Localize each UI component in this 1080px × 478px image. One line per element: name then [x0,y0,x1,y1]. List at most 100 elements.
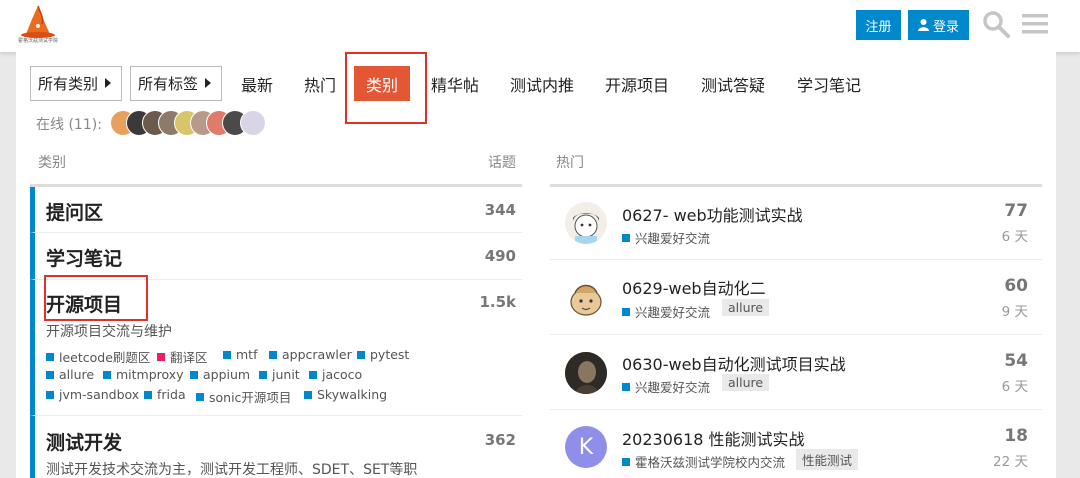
categories-column-header: 类别 [38,155,66,171]
topic-reply-count: 77 [1004,201,1028,221]
online-users-label: 在线 (11): [36,117,102,133]
subcategory-link[interactable]: 翻译区 [157,347,208,366]
topic-tag[interactable]: allure [722,374,770,391]
topic-row[interactable]: 0627- web功能测试实战 兴趣爱好交流 77 6 天 [550,187,1042,260]
topic-title[interactable]: 0627- web功能测试实战 [622,202,803,226]
photo-avatar-icon [565,352,607,394]
category-description: 测试开发技术交流为主，测试开发工程师、SDET、SET等职 [46,462,418,478]
subcategory-link[interactable]: mitmproxy [103,367,184,382]
category-topic-count: 362 [484,431,516,449]
topic-reply-count: 54 [1004,351,1028,371]
login-label: 登录 [932,18,959,34]
category-row[interactable]: 学习笔记 490 [30,233,522,280]
signup-button[interactable]: 注册 [856,10,901,40]
category-color-square [622,457,630,466]
cartoon-avatar-icon [565,277,607,319]
category-row[interactable]: 测试开发 362 测试开发技术交流为主，测试开发工程师、SDET、SET等职 [30,416,522,478]
subcategory-link[interactable]: frida [144,387,186,402]
nav-hot[interactable]: 热门 [300,66,340,101]
topic-title[interactable]: 0629-web自动化二 [622,275,766,299]
all-tags-label: 所有标签 [138,75,199,93]
topic-age: 22 天 [993,454,1028,470]
topic-row[interactable]: K 20230618 性能测试实战 霍格沃兹测试学院校内交流 性能测试 18 2… [550,410,1042,478]
nav-categories[interactable]: 类别 [354,66,410,101]
category-name[interactable]: 提问区 [46,198,103,225]
nav-qa[interactable]: 测试答疑 [697,66,769,101]
subcategory-link[interactable]: mtf [223,347,257,362]
all-tags-dropdown[interactable]: 所有标签 [130,66,222,101]
topic-age: 6 天 [1001,229,1028,245]
category-topic-count: 1.5k [479,293,516,311]
subcategory-link[interactable]: jvm-sandbox [46,387,139,402]
category-color-square [157,352,165,361]
subcategory-link[interactable]: appcrawler [269,347,352,362]
subcategory-link[interactable]: Skywalking [304,387,387,402]
nav-open-source[interactable]: 开源项目 [601,66,673,101]
subcategory-link[interactable]: leetcode刷题区 [46,347,150,366]
category-row[interactable]: 开源项目 1.5k 开源项目交流与维护 leetcode刷题区 翻译区 mtf … [30,280,522,416]
topic-tag[interactable]: allure [722,299,770,316]
nav-featured[interactable]: 精华帖 [428,66,482,101]
category-color-square [622,382,630,391]
category-color-square [46,352,54,361]
topic-category-link[interactable]: 兴趣爱好交流 [622,302,710,321]
hot-column-header: 热门 [556,155,584,171]
subcategory-link[interactable]: junit [259,367,300,382]
subcategory-link[interactable]: appium [190,367,250,382]
nav-referrals[interactable]: 测试内推 [506,66,578,101]
hamburger-menu-icon[interactable] [1022,12,1048,36]
category-color-square [196,392,204,401]
topic-row[interactable]: 0630-web自动化测试项目实战 兴趣爱好交流 allure 54 6 天 [550,335,1042,410]
signup-label: 注册 [865,18,892,34]
all-categories-dropdown[interactable]: 所有类别 [30,66,122,101]
category-color-square [103,370,111,379]
subcategory-link[interactable]: sonic开源项目 [196,387,291,406]
caret-right-icon [105,78,111,88]
category-list: 提问区 344 学习笔记 490 开源项目 1.5k 开源项目交流与维护 lee… [30,184,522,478]
avatar[interactable] [565,277,607,319]
topic-age: 6 天 [1001,379,1028,395]
avatar[interactable] [565,352,607,394]
category-row[interactable]: 提问区 344 [30,187,522,233]
topic-row[interactable]: 0629-web自动化二 兴趣爱好交流 allure 60 9 天 [550,260,1042,335]
avatar[interactable]: K [565,426,607,468]
avatar[interactable] [565,202,607,244]
category-color-square [309,370,317,379]
logo-caption: 霍格沃兹测试学院 [18,39,59,44]
category-topic-count: 344 [484,201,516,219]
topics-column-header: 话题 [488,155,516,171]
search-icon[interactable] [982,10,1010,38]
nav-study-notes[interactable]: 学习笔记 [793,66,865,101]
topic-title[interactable]: 20230618 性能测试实战 [622,426,805,450]
topic-age: 9 天 [1001,304,1028,320]
subcategory-link[interactable]: allure [46,367,94,382]
topic-category-link[interactable]: 兴趣爱好交流 [622,377,710,396]
nav-latest[interactable]: 最新 [236,66,278,101]
category-color-square [46,370,54,379]
topic-reply-count: 60 [1004,276,1028,296]
avatar[interactable] [240,110,266,136]
category-name[interactable]: 学习笔记 [46,244,122,271]
cartoon-avatar-icon [565,202,607,244]
avatar-letter: K [578,434,594,460]
topic-title[interactable]: 0630-web自动化测试项目实战 [622,351,846,375]
category-color-square [357,350,365,359]
all-categories-label: 所有类别 [38,75,99,93]
topic-reply-count: 18 [1004,426,1028,446]
category-name[interactable]: 开源项目 [46,290,122,317]
topic-category-link[interactable]: 兴趣爱好交流 [622,228,710,247]
category-description: 开源项目交流与维护 [46,324,172,340]
category-name[interactable]: 测试开发 [46,428,122,455]
site-header: 霍格沃兹测试学院 注册 登录 [0,0,1080,52]
subcategory-link[interactable]: jacoco [309,367,362,382]
caret-right-icon [205,78,211,88]
login-button[interactable]: 登录 [908,10,969,40]
topic-tag[interactable]: 性能测试 [796,449,859,470]
category-color-square [304,390,312,399]
topic-category-link[interactable]: 霍格沃兹测试学院校内交流 [622,452,785,471]
subcategory-link[interactable]: pytest [357,347,409,362]
user-icon [917,19,929,31]
category-color-square [269,350,277,359]
category-color-square [622,307,630,316]
category-color-square [622,233,630,242]
